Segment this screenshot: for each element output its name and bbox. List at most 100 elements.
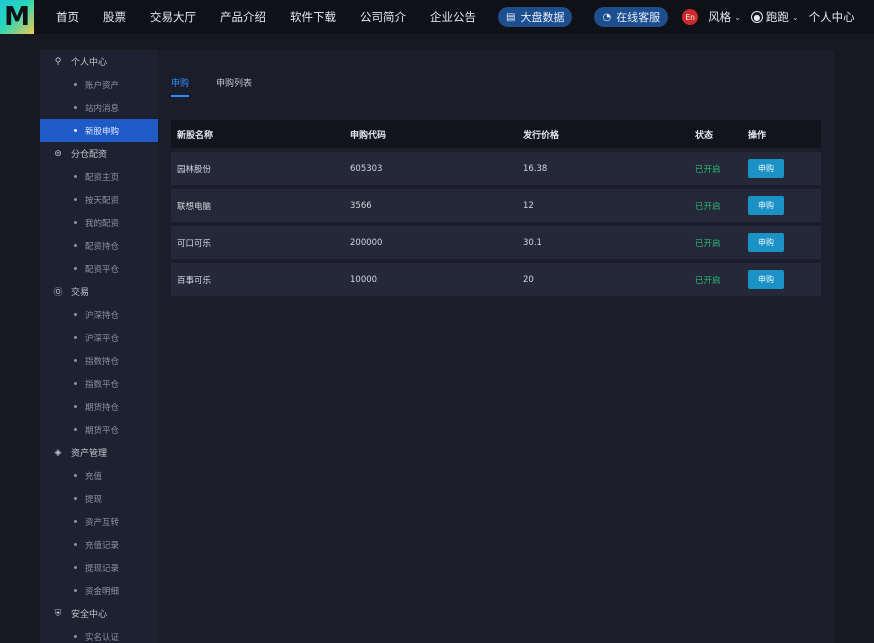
sidebar-item-margin-positions[interactable]: 配资持仓 — [40, 234, 158, 257]
logo[interactable]: M — [0, 0, 34, 34]
sidebar-item-label: 充值 — [85, 471, 103, 482]
main-content: 申购 申购列表 新股名称 申购代码 发行价格 状态 操作 园林股份 605303… — [158, 50, 835, 643]
stock-code: 200000 — [350, 237, 383, 248]
stock-name: 可口可乐 — [177, 238, 212, 249]
sidebar-item-fund-details[interactable]: 资金明细 — [40, 579, 158, 602]
tabs: 申购 申购列表 — [171, 76, 279, 97]
bullet — [74, 336, 77, 339]
bullet — [74, 106, 77, 109]
header-code: 申购代码 — [350, 130, 387, 141]
subscribe-button[interactable]: 申购 — [748, 159, 784, 178]
bullet — [74, 221, 77, 224]
user-icon: ⚲ — [54, 56, 62, 67]
sidebar-item-transfer[interactable]: 资产互转 — [40, 510, 158, 533]
stock-code: 10000 — [350, 274, 378, 285]
sidebar-item-withdraw-records[interactable]: 提现记录 — [40, 556, 158, 579]
action-cell: 申购 — [742, 159, 821, 178]
sidebar-item-label: 配资持仓 — [85, 241, 120, 252]
sidebar-item-label: 账户资产 — [85, 80, 120, 91]
language-switch[interactable]: En — [682, 9, 699, 25]
online-service-button[interactable]: ◔ 在线客服 — [594, 7, 669, 27]
subscribe-button[interactable]: 申购 — [748, 270, 784, 289]
nav-home[interactable]: 首页 — [56, 9, 79, 25]
layers-icon: ◈ — [54, 447, 62, 458]
sidebar-item-messages[interactable]: 站内消息 — [40, 96, 158, 119]
issue-price: 20 — [523, 274, 534, 285]
status-badge: 已开启 — [695, 238, 721, 249]
bullet — [74, 129, 77, 132]
sidebar-item-margin-closed[interactable]: 配资平仓 — [40, 257, 158, 280]
ipo-table: 新股名称 申购代码 发行价格 状态 操作 园林股份 605303 16.38 已… — [171, 120, 821, 296]
header-price: 发行价格 — [523, 130, 560, 141]
sidebar-item-daily-margin[interactable]: 按天配资 — [40, 188, 158, 211]
stock-name: 园林股份 — [177, 164, 212, 175]
bullet — [74, 244, 77, 247]
sidebar-item-index-closed[interactable]: 指数平仓 — [40, 372, 158, 395]
bullet — [74, 474, 77, 477]
chart-icon: ▤ — [506, 11, 516, 23]
bullet — [74, 635, 77, 638]
sidebar-item-label: 指数持仓 — [85, 356, 120, 367]
personal-center-link[interactable]: 个人中心 — [809, 9, 855, 25]
stock-code: 3566 — [350, 200, 372, 211]
sidebar-item-a-share-positions[interactable]: 沪深持仓 — [40, 303, 158, 326]
style-dropdown[interactable]: 风格 ⌄ — [708, 9, 741, 25]
sidebar-item-a-share-closed[interactable]: 沪深平仓 — [40, 326, 158, 349]
sidebar-item-deposit[interactable]: 充值 — [40, 464, 158, 487]
status-badge: 已开启 — [695, 164, 721, 175]
bullet — [74, 267, 77, 270]
bullet — [74, 175, 77, 178]
subscribe-button[interactable]: 申购 — [748, 196, 784, 215]
sidebar-section-margin[interactable]: ⊜ 分仓配资 — [40, 142, 158, 165]
action-cell: 申购 — [742, 233, 821, 252]
bullet — [74, 566, 77, 569]
bullet — [74, 428, 77, 431]
sidebar-item-my-margin[interactable]: 我的配资 — [40, 211, 158, 234]
market-data-button[interactable]: ▤ 大盘数据 — [498, 7, 573, 27]
chevron-down-icon: ⌄ — [791, 12, 799, 22]
action-cell: 申购 — [742, 196, 821, 215]
section-title: 安全中心 — [71, 610, 108, 620]
logo-letter: M — [4, 2, 30, 32]
sidebar-item-index-positions[interactable]: 指数持仓 — [40, 349, 158, 372]
table-row: 园林股份 605303 16.38 已开启 申购 — [171, 152, 821, 185]
status-badge: 已开启 — [695, 201, 721, 212]
main-nav: 首页 股票 交易大厅 产品介绍 软件下载 公司简介 企业公告 — [44, 9, 488, 25]
style-label: 风格 — [708, 10, 732, 24]
nav-announcements[interactable]: 企业公告 — [430, 9, 476, 25]
sidebar-item-label: 期货平仓 — [85, 425, 120, 436]
nav-products[interactable]: 产品介绍 — [220, 9, 266, 25]
tab-subscription-list[interactable]: 申购列表 — [216, 76, 252, 97]
sidebar-section-assets[interactable]: ◈ 资产管理 — [40, 441, 158, 464]
headset-icon: ◔ — [602, 11, 612, 23]
nav-trading-hall[interactable]: 交易大厅 — [150, 9, 196, 25]
bullet — [74, 589, 77, 592]
user-dropdown[interactable]: ● 跑跑 ⌄ — [750, 9, 799, 25]
sidebar-section-trading[interactable]: Ⓞ 交易 — [40, 280, 158, 303]
nav-download[interactable]: 软件下载 — [290, 9, 336, 25]
sidebar-item-label: 站内消息 — [85, 103, 120, 114]
sidebar-item-futures-positions[interactable]: 期货持仓 — [40, 395, 158, 418]
header-name: 新股名称 — [177, 130, 214, 141]
subscribe-button[interactable]: 申购 — [748, 233, 784, 252]
sidebar-section-security[interactable]: ⛨ 安全中心 — [40, 602, 158, 625]
header-action: 操作 — [748, 130, 767, 141]
section-title: 个人中心 — [71, 58, 108, 68]
table-row: 百事可乐 10000 20 已开启 申购 — [171, 263, 821, 296]
sidebar-item-label: 沪深持仓 — [85, 310, 120, 321]
sidebar-item-withdraw[interactable]: 提现 — [40, 487, 158, 510]
sidebar-item-label: 指数平仓 — [85, 379, 120, 390]
sidebar-item-account-assets[interactable]: 账户资产 — [40, 73, 158, 96]
sidebar-item-deposit-records[interactable]: 充值记录 — [40, 533, 158, 556]
sidebar-item-margin-home[interactable]: 配资主页 — [40, 165, 158, 188]
sidebar-section-personal[interactable]: ⚲ 个人中心 — [40, 50, 158, 73]
sidebar-item-label: 资金明细 — [85, 586, 120, 597]
sidebar-item-ipo-subscription[interactable]: 新股申购 — [40, 119, 158, 142]
sidebar-item-verification[interactable]: 实名认证 — [40, 625, 158, 643]
bullet — [74, 382, 77, 385]
nav-company[interactable]: 公司简介 — [360, 9, 406, 25]
tab-subscribe[interactable]: 申购 — [171, 76, 190, 97]
nav-stocks[interactable]: 股票 — [103, 9, 126, 25]
sidebar-item-futures-closed[interactable]: 期货平仓 — [40, 418, 158, 441]
action-cell: 申购 — [742, 270, 821, 289]
